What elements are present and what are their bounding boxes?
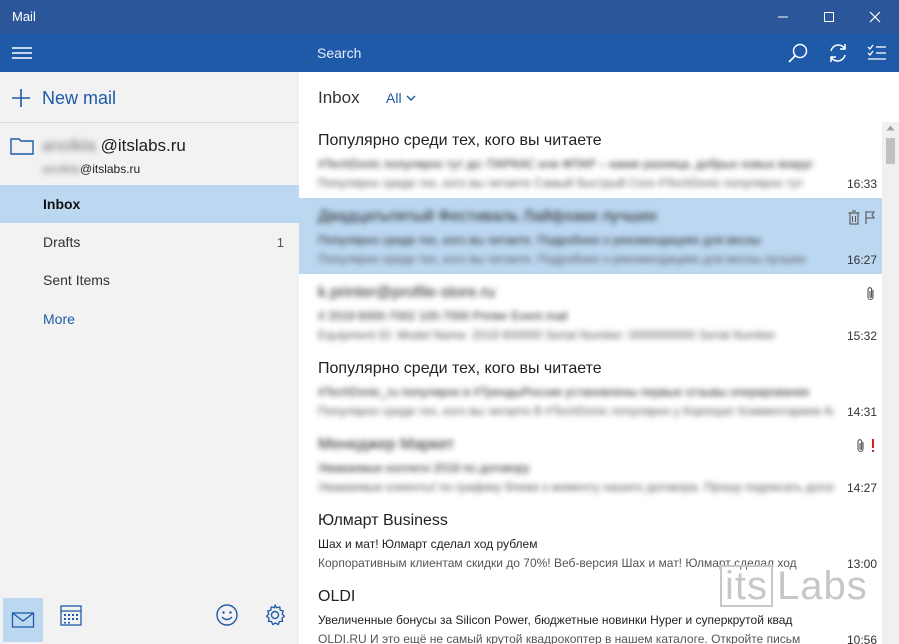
mail-icon — [11, 612, 35, 628]
sync-icon[interactable] — [827, 42, 849, 64]
watermark-labs: Labs — [777, 563, 868, 608]
close-icon — [869, 11, 881, 23]
attachment-icon — [856, 438, 866, 459]
message-sender: Юлмарт Business — [318, 512, 448, 529]
maximize-button[interactable] — [806, 0, 852, 34]
close-button[interactable] — [852, 0, 898, 34]
window-title: Mail — [12, 9, 36, 24]
mail-app-button[interactable] — [3, 598, 43, 642]
app-switcher-bar — [0, 588, 299, 644]
sidebar-item-inbox[interactable]: Inbox — [0, 185, 299, 223]
message-row[interactable]: Популярно среди тех, кого вы читаете #Tec… — [299, 350, 882, 427]
maximize-icon — [824, 12, 834, 22]
selection-mode-icon[interactable] — [866, 42, 888, 64]
sidebar-item-drafts[interactable]: Drafts 1 — [0, 223, 299, 261]
attachment-icon — [866, 286, 876, 307]
sidebar-item-label: More — [43, 311, 75, 327]
account-email: anolkla@itslabs.ru — [42, 162, 140, 176]
folder-icon — [10, 138, 34, 155]
account-name-blurred: anolkla — [42, 136, 96, 155]
filter-dropdown[interactable]: All — [386, 90, 416, 106]
message-sender: Популярно среди тех, кого вы читаете — [318, 360, 602, 377]
message-subject: Популярно среди тех, кого вы читаете. По… — [318, 233, 762, 247]
filter-label: All — [386, 90, 402, 106]
new-mail-button[interactable]: New mail — [10, 84, 116, 112]
hamburger-menu-icon[interactable] — [10, 43, 34, 63]
importance-icon — [870, 438, 876, 459]
message-sender: k.printer@profile-store.ru — [318, 284, 496, 301]
message-row[interactable]: k.printer@profile-store.ru # 2019 6000-70… — [299, 274, 882, 351]
delete-icon[interactable] — [848, 210, 860, 230]
account-name: anolkla @itslabs.ru — [42, 136, 186, 156]
message-preview: Популярно среди тех, кого вы читаете В #… — [318, 404, 833, 418]
message-subject: # 2019 6000-7002 100-7000 Printer Event … — [318, 309, 568, 323]
message-preview: Уважаемые клиенты! по графику ближе к мо… — [318, 480, 833, 494]
message-icons — [848, 210, 876, 230]
sidebar-item-label: Sent Items — [43, 272, 110, 288]
minimize-button[interactable] — [760, 0, 806, 34]
message-icons — [856, 438, 876, 459]
search-icon[interactable] — [787, 42, 809, 64]
message-preview: Equipment ID: Model Name: 2019 600000 Se… — [318, 328, 776, 342]
message-time: 10:56 — [846, 633, 877, 644]
title-bar: Mail — [0, 0, 899, 34]
settings-icon — [265, 604, 286, 626]
message-row[interactable]: Двадцатьпятый Фестиваль Лайфхаки лучших П… — [299, 198, 882, 275]
list-header: Inbox All — [299, 72, 899, 122]
feedback-button[interactable] — [208, 596, 246, 634]
message-time: 14:27 — [846, 481, 877, 495]
sidebar-top-bar — [0, 34, 299, 72]
smiley-icon — [216, 604, 238, 626]
message-time: 14:31 — [846, 405, 877, 419]
drafts-count: 1 — [276, 234, 284, 250]
settings-button[interactable] — [256, 596, 294, 634]
message-sender: OLDI — [318, 588, 356, 605]
scrollbar[interactable] — [882, 122, 899, 644]
current-folder-title: Inbox — [318, 88, 360, 107]
sidebar-item-sent-items[interactable]: Sent Items — [0, 261, 299, 299]
message-row[interactable]: Популярно среди тех, кого вы читаете #Tec… — [299, 122, 882, 199]
divider — [0, 122, 299, 123]
message-time: 16:27 — [846, 253, 877, 267]
message-time: 15:32 — [846, 329, 877, 343]
message-time: 16:33 — [846, 177, 877, 191]
sidebar-item-label: Drafts — [43, 234, 81, 250]
watermark-logo: its Labs — [720, 563, 868, 609]
new-mail-label: New mail — [42, 87, 117, 108]
message-subject: #TechDonic_ru популярно в #ТрендыРоссии … — [318, 385, 810, 399]
account-email-blurred: anolkla — [42, 162, 81, 176]
message-sender: Двадцатьпятый Фестиваль Лайфхаки лучших — [318, 208, 658, 225]
message-sender: Популярно среди тех, кого вы читаете — [318, 132, 602, 149]
message-subject: #TechDonic популярно тут до: ПАРКАС или … — [318, 157, 814, 171]
message-sender: Менеджер Маркет — [318, 436, 455, 453]
flag-icon[interactable] — [864, 210, 876, 230]
account-header[interactable]: anolkla @itslabs.ru anolkla@itslabs.ru — [10, 134, 290, 182]
search-input[interactable]: Search — [317, 45, 361, 61]
calendar-app-button[interactable] — [52, 596, 90, 634]
sidebar: New mail anolkla @itslabs.ru anolkla@its… — [0, 34, 299, 644]
chevron-down-icon — [406, 95, 416, 101]
message-icons — [866, 286, 876, 307]
watermark-its: its — [720, 565, 773, 607]
scroll-up-icon[interactable] — [886, 125, 895, 131]
calendar-icon — [60, 605, 82, 626]
search-bar: Search — [299, 34, 899, 72]
account-domain: @itslabs.ru — [100, 136, 186, 155]
scrollbar-thumb[interactable] — [886, 138, 895, 164]
sidebar-item-more[interactable]: More — [0, 300, 299, 338]
plus-icon — [12, 89, 30, 107]
message-subject: Уважаемые коллеги 2018 по договору — [318, 461, 530, 475]
message-preview: OLDI.RU И это ещё не самый крутой квадро… — [318, 632, 801, 644]
message-subject: Увеличенные бонусы за Silicon Power, бюд… — [318, 613, 793, 627]
minimize-icon — [778, 16, 788, 18]
message-row[interactable]: Менеджер Маркет Уважаемые коллеги 2018 по… — [299, 426, 882, 503]
account-email-domain: @itslabs.ru — [80, 162, 141, 176]
sidebar-item-label: Inbox — [43, 196, 81, 212]
message-list-pane: Search Inbox All Популярно среди тех, ко… — [299, 34, 899, 644]
message-subject: Шах и мат! Юлмарт сделал ход рублем — [318, 537, 538, 551]
message-preview: Популярно среди тех, кого вы читаете. По… — [318, 252, 806, 266]
message-preview: Популярно среди тех, кого вы читаете Сам… — [318, 176, 804, 190]
